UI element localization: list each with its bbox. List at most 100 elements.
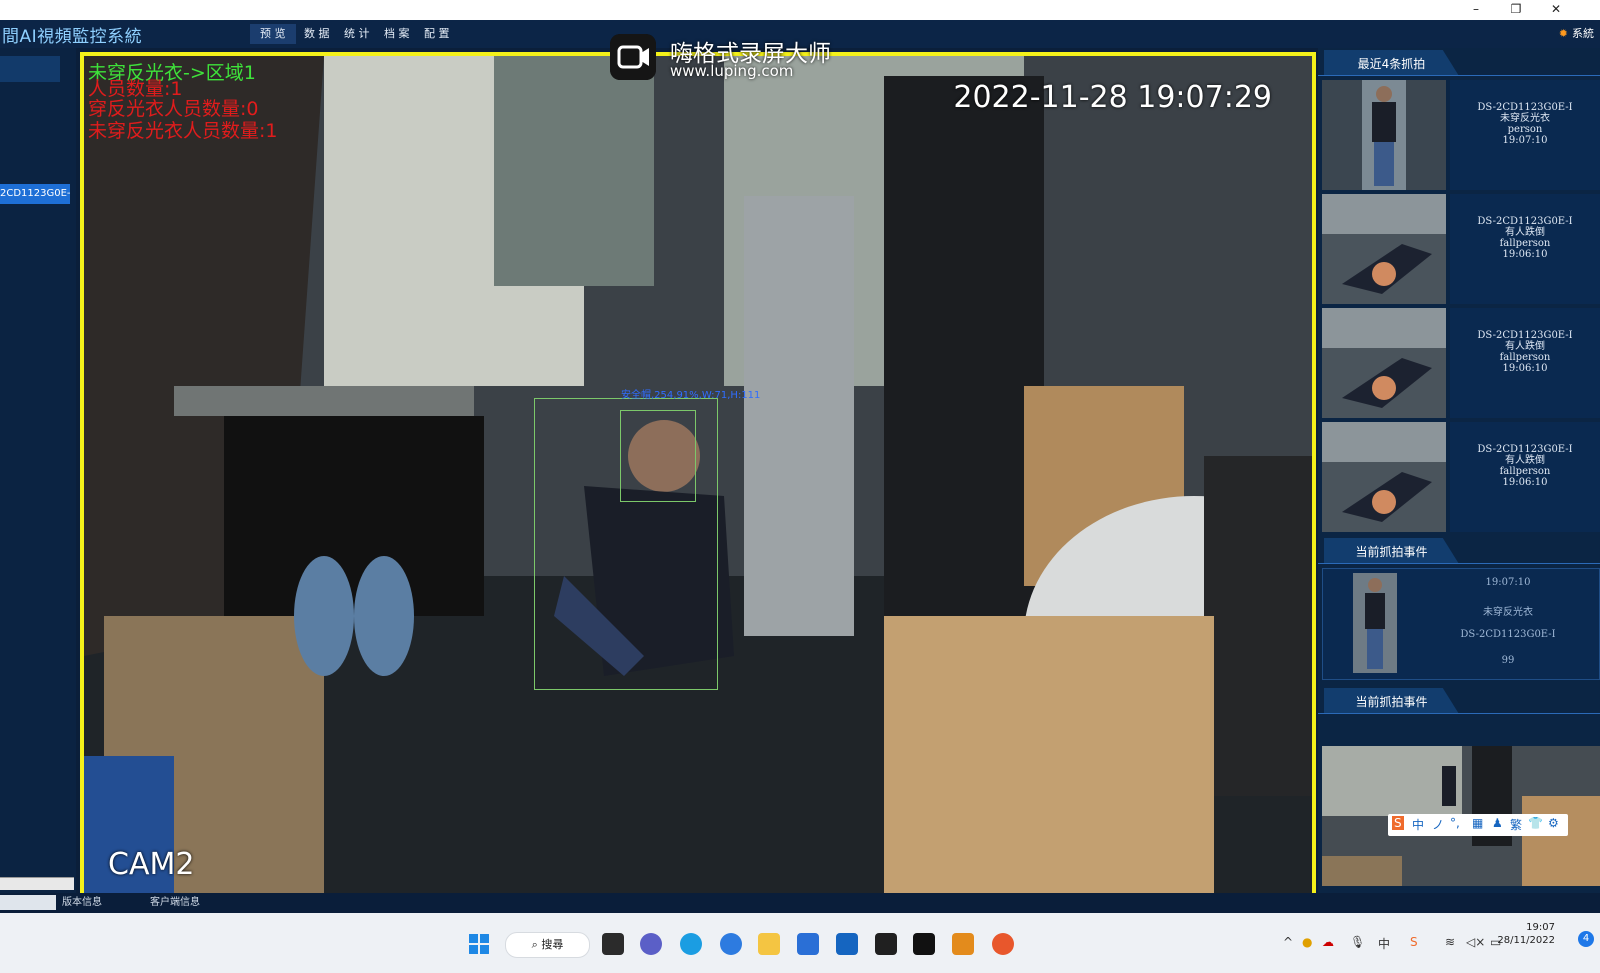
system-label: 系統	[1572, 27, 1594, 40]
current-capture-thumbnail	[1353, 573, 1397, 673]
ai-app-icon[interactable]	[952, 933, 974, 955]
snapshot-info: DS-2CD1123G0E-I 有人跌倒 fallperson 19:06:10	[1450, 308, 1600, 418]
volume-icon[interactable]: ◁×	[1466, 935, 1485, 949]
snapshot-device: DS-2CD1123G0E-I	[1477, 444, 1573, 455]
snapshot-event: 有人跌倒	[1505, 227, 1545, 238]
menu-stats[interactable]: 统 计	[334, 24, 380, 44]
search-icon: ⌕	[531, 938, 542, 951]
window-titlebar: – ❐ ✕	[0, 0, 1600, 20]
client-info-button[interactable]: 客户端信息	[150, 895, 200, 911]
snapshot-item[interactable]: DS-2CD1123G0E-I 未穿反光衣 person 19:07:10	[1322, 80, 1600, 190]
snapshot-event: 有人跌倒	[1505, 341, 1545, 352]
wifi-icon[interactable]: ≋	[1445, 935, 1455, 949]
edge-icon[interactable]	[680, 933, 702, 955]
current-capture-time: 19:07:10	[1485, 577, 1531, 588]
device-item[interactable]: 2CD1123G0E-I	[0, 184, 70, 204]
current-capture-title-2: 当前抓拍事件	[1324, 688, 1459, 714]
horizontal-scrollbar[interactable]	[0, 877, 74, 890]
current-capture-title: 当前抓拍事件	[1324, 538, 1459, 564]
snapshot-item[interactable]: DS-2CD1123G0E-I 有人跌倒 fallperson 19:06:10	[1322, 308, 1600, 418]
alert-novest-count: 未穿反光衣人员数量:1	[88, 120, 278, 142]
ime-skin-icon[interactable]: 👕	[1528, 816, 1543, 830]
camera-label: CAM2	[108, 847, 195, 882]
snapshot-time: 19:06:10	[1502, 249, 1548, 260]
current-capture-card[interactable]: 19:07:10 未穿反光衣 DS-2CD1123G0E-I 99	[1322, 568, 1600, 680]
video-timestamp: 2022-11-28 19:07:29	[953, 80, 1272, 115]
current-capture-event: 未穿反光衣	[1483, 607, 1533, 618]
alert-person-count: 人员数量:1	[88, 78, 183, 100]
snapshot-event: 未穿反光衣	[1500, 113, 1550, 124]
camera-icon	[610, 34, 656, 80]
device-panel-header	[0, 56, 60, 82]
file-explorer-icon[interactable]	[758, 933, 780, 955]
device-panel: 2CD1123G0E-I	[0, 48, 76, 908]
ie-icon[interactable]	[720, 933, 742, 955]
ime-punct-icon[interactable]: °,	[1450, 816, 1460, 830]
minimize-button[interactable]: –	[1456, 0, 1496, 20]
snapshot-thumbnail	[1322, 308, 1446, 418]
ime-trad[interactable]: 繁	[1510, 816, 1522, 833]
alert-vest-count: 穿反光衣人员数量:0	[88, 98, 259, 120]
ime-keyboard-icon[interactable]: ▦	[1472, 816, 1483, 830]
mail-icon[interactable]	[836, 933, 858, 955]
snapshot-time: 19:07:10	[1502, 135, 1548, 146]
snapshot-device: DS-2CD1123G0E-I	[1477, 330, 1573, 341]
capture-panel: 最近4条抓拍 DS-2CD1123G0E-I 未穿反光衣 person 19:0…	[1318, 48, 1600, 910]
os-taskbar: ⌕ 搜尋 ^ ● ☁ 🎙 中 S ≋ ◁× ▭ 19:07 28/11/2022…	[0, 913, 1600, 973]
system-menu[interactable]: ✹ 系統	[1559, 24, 1594, 44]
notification-badge[interactable]: 4	[1578, 931, 1594, 947]
snapshot-event: 有人跌倒	[1505, 455, 1545, 466]
clock-date: 28/11/2022	[1497, 935, 1555, 946]
snapshot-class: person	[1507, 124, 1543, 135]
microphone-icon[interactable]: 🎙	[1350, 935, 1365, 949]
ime-settings-icon[interactable]: ⚙	[1548, 816, 1559, 830]
current-capture-header: 当前抓拍事件	[1318, 538, 1600, 564]
task-view-icon[interactable]	[602, 933, 624, 955]
snapshot-info: DS-2CD1123G0E-I 有人跌倒 fallperson 19:06:10	[1450, 422, 1600, 532]
watermark-url: www.luping.com	[670, 62, 794, 80]
restore-button[interactable]: ❐	[1496, 0, 1536, 20]
snapshot-class: fallperson	[1499, 238, 1551, 249]
current-capture-score: 99	[1501, 655, 1515, 666]
gear-icon: ✹	[1558, 27, 1568, 40]
chevron-up-icon[interactable]: ^	[1283, 935, 1293, 949]
menu-preview[interactable]: 预 览	[250, 24, 296, 44]
snapshot-item[interactable]: DS-2CD1123G0E-I 有人跌倒 fallperson 19:06:10	[1322, 422, 1600, 532]
menu-archive[interactable]: 档 案	[374, 24, 420, 44]
tray-cloud-icon[interactable]: ☁	[1322, 935, 1334, 949]
snapshot-thumbnail	[1322, 422, 1446, 532]
video-view[interactable]: 安全帽,254,91%,W:71,H:111 未穿反光衣->区域1 人员数量:1…	[80, 52, 1316, 910]
ime-toolbar[interactable]: S 中 ノ °, ▦ ♟ 繁 👕 ⚙	[1388, 814, 1568, 836]
taskbar-search-label: 搜尋	[541, 938, 564, 951]
ime-user-icon[interactable]: ♟	[1492, 816, 1503, 830]
version-info-button[interactable]: 版本信息	[62, 895, 102, 911]
ime-tray-icon[interactable]: S	[1410, 935, 1418, 949]
snapshot-device: DS-2CD1123G0E-I	[1477, 102, 1573, 113]
snapshot-time: 19:06:10	[1502, 477, 1548, 488]
snapshot-time: 19:06:10	[1502, 363, 1548, 374]
recent-captures-title: 最近4条抓拍	[1324, 50, 1459, 76]
clock-time: 19:07	[1526, 922, 1555, 933]
close-button[interactable]: ✕	[1536, 0, 1576, 20]
chrome-icon[interactable]	[992, 933, 1014, 955]
menu-config[interactable]: 配 置	[414, 24, 460, 44]
snapshot-thumbnail	[1322, 194, 1446, 304]
ime-mode[interactable]: 中	[1412, 816, 1424, 833]
recorder-icon[interactable]	[913, 933, 935, 955]
snapshot-thumbnail	[1322, 80, 1446, 190]
windows-start-icon[interactable]	[468, 933, 490, 955]
ime-moon-icon[interactable]: ノ	[1432, 816, 1444, 833]
language-icon[interactable]: 中	[1378, 935, 1390, 952]
current-capture-header-2: 当前抓拍事件	[1318, 688, 1600, 714]
dropbox-icon[interactable]	[875, 933, 897, 955]
tray-app-icon[interactable]: ●	[1302, 935, 1312, 949]
status-input[interactable]	[0, 895, 56, 910]
snapshot-info: DS-2CD1123G0E-I 未穿反光衣 person 19:07:10	[1450, 80, 1600, 190]
taskbar-search[interactable]: ⌕ 搜尋	[505, 932, 590, 958]
chat-icon[interactable]	[640, 933, 662, 955]
menu-data[interactable]: 数 据	[294, 24, 340, 44]
app-statusbar: 版本信息 客户端信息	[0, 893, 1600, 913]
store-icon[interactable]	[797, 933, 819, 955]
taskbar-clock[interactable]: 19:07 28/11/2022	[1497, 921, 1555, 947]
snapshot-item[interactable]: DS-2CD1123G0E-I 有人跌倒 fallperson 19:06:10	[1322, 194, 1600, 304]
